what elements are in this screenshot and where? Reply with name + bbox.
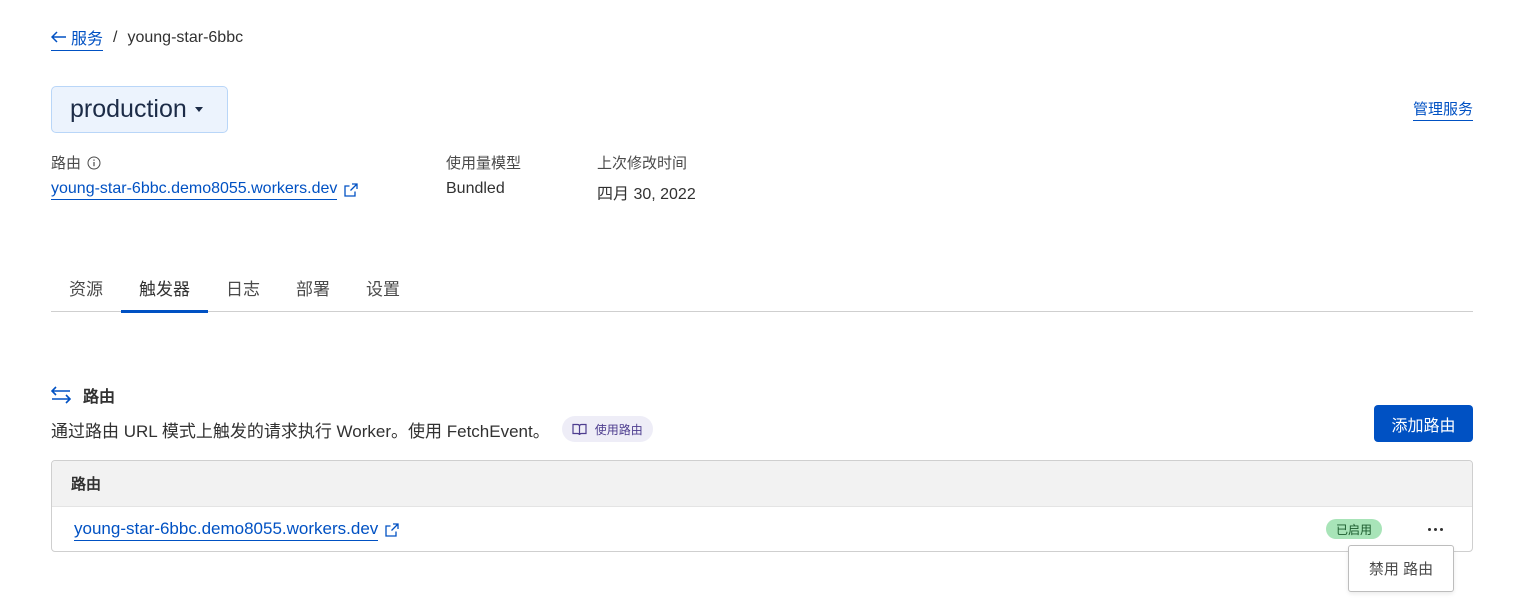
last-modified-label: 上次修改时间 [597, 155, 688, 172]
arrow-left-icon [51, 31, 66, 43]
info-icon[interactable] [87, 156, 101, 170]
breadcrumb-current: young-star-6bbc [127, 29, 244, 46]
tab-resources[interactable]: 资源 [51, 262, 121, 312]
tab-settings[interactable]: 设置 [348, 262, 418, 312]
tab-deployments[interactable]: 部署 [278, 262, 348, 312]
disable-route-menu-item[interactable]: 禁用 路由 [1348, 545, 1454, 592]
routes-table: 路由 young-star-6bbc.demo8055.workers.dev … [51, 460, 1473, 552]
docs-chip-label: 使用路由 [594, 422, 643, 437]
usage-model-value: Bundled [446, 180, 505, 197]
routes-description: 通过路由 URL 模式上触发的请求执行 Worker。使用 FetchEvent… [51, 416, 653, 442]
breadcrumb: 服务 / young-star-6bbc [51, 25, 244, 51]
book-icon [572, 423, 587, 435]
usage-model-label: 使用量模型 [446, 155, 522, 172]
tab-bar: 资源 触发器 日志 部署 设置 [51, 262, 1473, 313]
swap-arrows-icon [51, 386, 71, 404]
routes-title-text: 路由 [83, 389, 116, 406]
caret-down-icon [194, 107, 203, 112]
environment-selected: production [70, 95, 187, 123]
route-label: 路由 [51, 155, 82, 172]
route-meta-label: 路由 [51, 152, 101, 173]
docs-chip[interactable]: 使用路由 [561, 416, 653, 442]
table-row: young-star-6bbc.demo8055.workers.dev 已启用 [52, 507, 1472, 552]
route-url-link[interactable]: young-star-6bbc.demo8055.workers.dev [51, 180, 359, 200]
manage-service-link[interactable]: 管理服务 [1412, 98, 1473, 121]
routes-section-title: 路由 [51, 383, 115, 407]
add-route-button[interactable]: 添加路由 [1374, 405, 1473, 442]
table-header: 路由 [52, 461, 1472, 507]
external-link-icon [344, 183, 359, 197]
route-row-link[interactable]: young-star-6bbc.demo8055.workers.dev [74, 519, 399, 541]
route-url-text: young-star-6bbc.demo8055.workers.dev [51, 180, 338, 200]
table-header-route: 路由 [71, 476, 102, 493]
breadcrumb-back-label: 服务 [71, 31, 104, 48]
tab-logs[interactable]: 日志 [208, 262, 278, 312]
last-modified-value: 四月 30, 2022 [597, 186, 696, 203]
breadcrumb-back-link[interactable]: 服务 [51, 25, 104, 51]
environment-dropdown[interactable]: production [51, 86, 228, 133]
status-badge: 已启用 [1325, 519, 1382, 539]
more-actions-icon[interactable] [1424, 519, 1446, 539]
tab-triggers[interactable]: 触发器 [121, 262, 208, 313]
external-link-icon [385, 522, 399, 537]
route-row-text: young-star-6bbc.demo8055.workers.dev [74, 519, 379, 541]
breadcrumb-separator: / [113, 29, 118, 46]
routes-description-text: 通过路由 URL 模式上触发的请求执行 Worker。使用 FetchEvent… [51, 421, 550, 441]
